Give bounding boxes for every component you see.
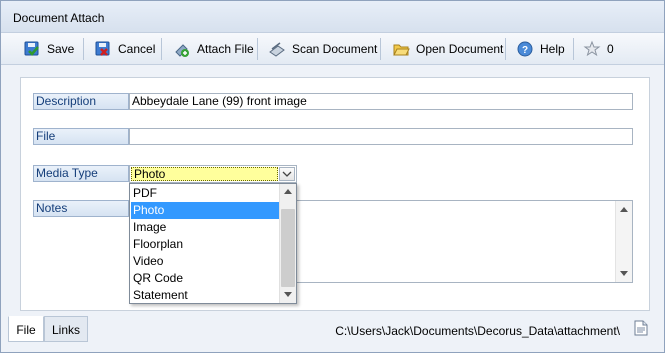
media-type-dropdown-button[interactable]	[279, 167, 295, 181]
attach-file-label: Attach File	[197, 42, 254, 56]
folder-open-icon	[393, 44, 410, 56]
help-button[interactable]: ? Help	[516, 37, 565, 61]
attach-file-button[interactable]: Attach File	[173, 37, 254, 61]
scan-document-label: Scan Document	[292, 42, 378, 56]
document-attach-window: Document Attach Save Cancel Attach File …	[0, 0, 665, 353]
favorite-count: 0	[607, 42, 614, 56]
attachment-path: C:\Users\Jack\Documents\Decorus_Data\att…	[335, 324, 620, 338]
media-option-qr-code[interactable]: QR Code	[131, 270, 279, 287]
media-option-floorplan[interactable]: Floorplan	[131, 236, 279, 253]
help-label: Help	[540, 42, 565, 56]
description-label: Description	[33, 93, 129, 110]
toolbar: Save Cancel Attach File Scan Document Op…	[1, 33, 664, 65]
scroll-down-icon[interactable]	[284, 292, 292, 297]
toolbar-separator	[573, 38, 574, 60]
save-button[interactable]: Save	[23, 37, 74, 61]
toolbar-separator	[505, 38, 506, 60]
media-option-statement[interactable]: Statement	[131, 287, 279, 303]
toolbar-separator	[257, 38, 258, 60]
toolbar-separator	[83, 38, 84, 60]
save-icon	[24, 41, 39, 56]
toolbar-separator	[161, 38, 162, 60]
toolbar-separator	[380, 38, 381, 60]
star-icon	[583, 40, 601, 57]
media-option-video[interactable]: Video	[131, 253, 279, 270]
chevron-down-icon	[282, 171, 292, 177]
notes-scrollbar[interactable]	[615, 201, 632, 282]
cancel-button[interactable]: Cancel	[94, 37, 155, 61]
scrollbar-thumb[interactable]	[281, 209, 295, 287]
help-icon: ?	[517, 41, 533, 57]
file-label: File	[33, 128, 129, 145]
tab-links[interactable]: Links	[44, 316, 88, 342]
scan-document-button[interactable]: Scan Document	[268, 37, 377, 61]
save-label: Save	[47, 42, 75, 56]
media-type-dropdown-list: PDF Photo Image Floorplan Video QR Code …	[129, 183, 297, 304]
window-title: Document Attach	[13, 11, 105, 25]
dropdown-scrollbar[interactable]	[279, 184, 296, 303]
description-field[interactable]: Abbeydale Lane (99) front image	[129, 93, 633, 110]
media-option-image[interactable]: Image	[131, 219, 279, 236]
title-bar: Document Attach	[1, 1, 664, 33]
open-document-button[interactable]: Open Document	[392, 37, 503, 61]
scanner-icon	[269, 42, 285, 57]
scroll-up-icon[interactable]	[284, 189, 292, 194]
media-type-label: Media Type	[33, 165, 129, 182]
document-icon[interactable]	[634, 320, 648, 336]
favorite-button[interactable]: 0	[583, 37, 614, 61]
bottom-tab-bar: File Links C:\Users\Jack\Documents\Decor…	[1, 316, 664, 352]
media-option-pdf[interactable]: PDF	[131, 185, 279, 202]
media-type-select[interactable]: Photo	[129, 165, 297, 183]
media-type-value: Photo	[131, 167, 278, 181]
attach-file-icon	[175, 44, 189, 57]
svg-text:?: ?	[522, 45, 528, 56]
file-field[interactable]	[129, 128, 633, 145]
scroll-up-icon[interactable]	[620, 207, 628, 212]
scroll-down-icon[interactable]	[620, 271, 628, 276]
tab-file[interactable]: File	[8, 316, 44, 342]
cancel-icon	[95, 41, 110, 56]
open-document-label: Open Document	[416, 42, 504, 56]
cancel-label: Cancel	[118, 42, 156, 56]
notes-label: Notes	[33, 200, 129, 217]
media-option-photo[interactable]: Photo	[131, 202, 279, 219]
